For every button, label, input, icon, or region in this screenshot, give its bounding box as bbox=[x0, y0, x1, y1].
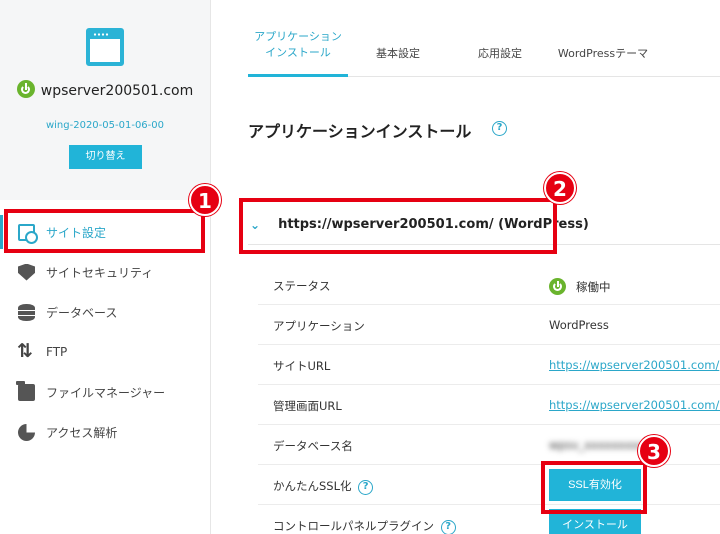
tab-app-install[interactable]: アプリケーション インストール bbox=[248, 0, 348, 77]
highlight-box-2 bbox=[239, 198, 557, 254]
page-title: アプリケーションインストール bbox=[248, 122, 472, 141]
detail-label: かんたんSSL化 ? bbox=[273, 478, 374, 495]
status-value: 稼働中 bbox=[549, 278, 611, 295]
app-details: ステータス 稼働中 アプリケーション WordPress サイトURL http… bbox=[258, 265, 720, 534]
sidebar-item-label: FTP bbox=[46, 345, 68, 359]
tab-basic-settings[interactable]: 基本設定 bbox=[358, 0, 438, 77]
site-card: wpserver200501.com wing-2020-05-01-06-00… bbox=[0, 0, 210, 200]
help-icon[interactable]: ? bbox=[440, 520, 456, 534]
tab-label: WordPressテーマ bbox=[557, 47, 649, 60]
ssl-label-text: かんたんSSL化 bbox=[273, 479, 352, 493]
highlight-box-1 bbox=[4, 209, 205, 253]
detail-row-plugin: コントロールパネルプラグイン ? インストール bbox=[258, 505, 720, 534]
site-url-link[interactable]: https://wpserver200501.com/ bbox=[549, 358, 719, 372]
tab-label: 応用設定 bbox=[478, 47, 522, 60]
sidebar-item-label: アクセス解析 bbox=[46, 425, 118, 440]
sidebar: wpserver200501.com wing-2020-05-01-06-00… bbox=[0, 0, 211, 534]
server-id: wing-2020-05-01-06-00 bbox=[45, 120, 165, 131]
detail-row-ssl: かんたんSSL化 ? SSL有効化 bbox=[258, 465, 720, 505]
step-badge-2: 2 bbox=[544, 172, 576, 204]
sidebar-item-label: サイトセキュリティ bbox=[46, 265, 154, 280]
step-badge-3: 3 bbox=[638, 435, 670, 467]
sidebar-item-label: ファイルマネージャー bbox=[46, 385, 166, 400]
tab-label-line1: アプリケーション bbox=[254, 30, 342, 43]
shield-icon bbox=[18, 263, 35, 281]
tab-bar: アプリケーション インストール 基本設定 応用設定 WordPressテーマ bbox=[248, 0, 720, 77]
app-window-icon bbox=[86, 28, 124, 66]
detail-row-admin-url: 管理画面URL https://wpserver200501.com/w bbox=[258, 385, 720, 425]
plugin-label-text: コントロールパネルプラグイン bbox=[273, 519, 434, 533]
highlight-box-3 bbox=[541, 461, 647, 514]
tab-label-line2: インストール bbox=[265, 46, 331, 59]
detail-row-status: ステータス 稼働中 bbox=[258, 265, 720, 305]
detail-label: サイトURL bbox=[273, 359, 331, 373]
database-icon bbox=[18, 303, 35, 321]
database-name-value: wpsv_xxxxxxxxx bbox=[549, 438, 646, 452]
pie-chart-icon bbox=[18, 423, 35, 441]
application-value: WordPress bbox=[549, 318, 609, 332]
detail-label: アプリケーション bbox=[273, 319, 365, 333]
tab-wordpress-theme[interactable]: WordPressテーマ bbox=[548, 0, 658, 77]
sidebar-item-file-manager[interactable]: ファイルマネージャー bbox=[0, 372, 210, 412]
folder-icon bbox=[16, 380, 35, 401]
sidebar-item-access-analytics[interactable]: アクセス解析 bbox=[0, 412, 210, 452]
switch-button[interactable]: 切り替え bbox=[69, 145, 142, 169]
detail-label: 管理画面URL bbox=[273, 399, 342, 413]
step-badge-1: 1 bbox=[189, 184, 221, 216]
tab-label: 基本設定 bbox=[376, 47, 420, 60]
power-icon bbox=[16, 80, 35, 98]
tab-advanced-settings[interactable]: 応用設定 bbox=[460, 0, 540, 77]
power-icon bbox=[549, 278, 566, 295]
site-domain: wpserver200501.com bbox=[0, 80, 210, 101]
site-domain-label: wpserver200501.com bbox=[40, 83, 194, 99]
ftp-icon bbox=[17, 340, 35, 362]
sidebar-item-label: データベース bbox=[46, 305, 118, 320]
admin-url-link[interactable]: https://wpserver200501.com/w bbox=[549, 398, 720, 412]
detail-label: データベース名 bbox=[273, 439, 353, 453]
detail-label: コントロールパネルプラグイン ? bbox=[273, 518, 456, 534]
help-icon[interactable]: ? bbox=[358, 480, 374, 495]
help-icon[interactable]: ? bbox=[492, 121, 507, 136]
sidebar-item-database[interactable]: データベース bbox=[0, 292, 210, 332]
detail-row-application: アプリケーション WordPress bbox=[258, 305, 720, 345]
status-text: 稼働中 bbox=[576, 280, 611, 294]
sidebar-item-site-security[interactable]: サイトセキュリティ bbox=[0, 252, 210, 292]
detail-label: ステータス bbox=[273, 279, 331, 293]
sidebar-item-ftp[interactable]: FTP bbox=[0, 332, 210, 372]
detail-row-site-url: サイトURL https://wpserver200501.com/ bbox=[258, 345, 720, 385]
